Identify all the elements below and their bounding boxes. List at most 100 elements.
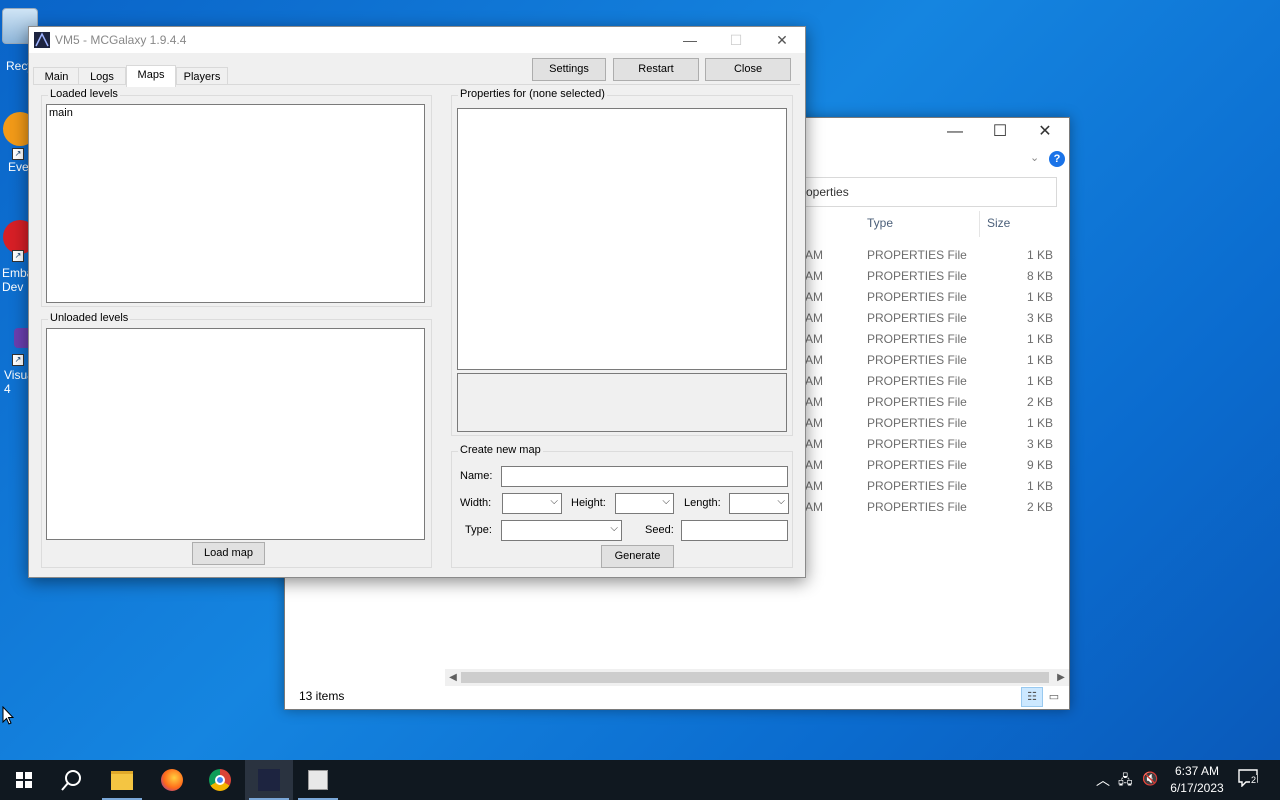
scroll-left-arrow-icon[interactable]: ◀	[445, 669, 461, 686]
column-header-size[interactable]: Size	[987, 216, 1010, 230]
table-row[interactable]: AM PROPERTIES File 1 KB	[805, 371, 1055, 392]
search-button[interactable]	[48, 760, 96, 800]
taskbar: ︿ 🖧 🔇 6:37 AM 6/17/2023 2	[0, 760, 1280, 800]
table-row[interactable]: AM PROPERTIES File 2 KB	[805, 497, 1055, 518]
properties-group: Properties for (none selected)	[451, 88, 793, 436]
table-row[interactable]: AM PROPERTIES File 2 KB	[805, 392, 1055, 413]
shortcut-arrow-icon: ↗	[12, 250, 24, 262]
property-description	[457, 373, 787, 432]
maps-tab-panel: Loaded levels main Unloaded levels Load …	[33, 84, 800, 572]
date-modified-cell: AM	[805, 248, 823, 262]
date-modified-cell: AM	[805, 458, 823, 472]
scrollbar-thumb[interactable]	[461, 672, 1049, 683]
action-center-icon[interactable]: 2	[1238, 769, 1260, 789]
create-map-group: Create new map Name: Width: ⌵ Height: ⌵ …	[451, 444, 793, 568]
close-button[interactable]: ✕	[759, 27, 805, 53]
type-cell: PROPERTIES File	[867, 353, 967, 367]
table-row[interactable]: AM PROPERTIES File 1 KB	[805, 413, 1055, 434]
chevron-down-icon[interactable]: ⌄	[1030, 151, 1039, 164]
size-cell: 3 KB	[1026, 311, 1053, 325]
properties-grid[interactable]	[457, 108, 787, 370]
table-row[interactable]: AM PROPERTIES File 9 KB	[805, 455, 1055, 476]
name-input[interactable]	[501, 466, 788, 487]
maximize-button[interactable]: ☐	[977, 118, 1023, 146]
column-header-type[interactable]: Type	[867, 216, 893, 230]
scroll-right-arrow-icon[interactable]: ▶	[1053, 669, 1069, 686]
date-modified-cell: AM	[805, 311, 823, 325]
table-row[interactable]: AM PROPERTIES File 1 KB	[805, 350, 1055, 371]
taskbar-chrome[interactable]	[196, 760, 244, 800]
chevron-down-icon: ⌵	[550, 496, 558, 507]
type-select[interactable]: ⌵	[501, 520, 622, 541]
taskbar-mcgalaxy[interactable]	[245, 760, 293, 800]
properties-label: Properties for (none selected)	[458, 88, 607, 100]
horizontal-scrollbar[interactable]: ◀ ▶	[445, 669, 1069, 686]
type-cell: PROPERTIES File	[867, 395, 967, 409]
width-select[interactable]: ⌵	[502, 493, 562, 514]
size-cell: 2 KB	[1026, 500, 1053, 514]
size-cell: 1 KB	[1026, 416, 1053, 430]
create-map-label: Create new map	[458, 444, 543, 456]
date-modified-cell: AM	[805, 437, 823, 451]
date-modified-cell: AM	[805, 332, 823, 346]
taskbar-file-explorer[interactable]	[98, 760, 146, 800]
address-bar[interactable]: operties	[805, 177, 1057, 207]
load-map-button[interactable]: Load map	[192, 542, 265, 565]
table-row[interactable]: AM PROPERTIES File 1 KB	[805, 245, 1055, 266]
details-view-icon[interactable]: ☷	[1021, 687, 1043, 707]
table-row[interactable]: AM PROPERTIES File 1 KB	[805, 329, 1055, 350]
notification-count-badge: 2	[1250, 775, 1258, 785]
table-row[interactable]: AM PROPERTIES File 8 KB	[805, 266, 1055, 287]
seed-label: Seed:	[645, 524, 674, 536]
minimize-button[interactable]: —	[932, 118, 978, 146]
date-modified-cell: AM	[805, 416, 823, 430]
restart-button[interactable]: Restart	[613, 58, 699, 81]
table-row[interactable]: AM PROPERTIES File 1 KB	[805, 476, 1055, 497]
length-select[interactable]: ⌵	[729, 493, 789, 514]
size-cell: 3 KB	[1026, 437, 1053, 451]
type-cell: PROPERTIES File	[867, 248, 967, 262]
loaded-levels-list[interactable]: main	[46, 104, 425, 303]
clock-time[interactable]: 6:37 AM	[1172, 764, 1222, 778]
date-modified-cell: AM	[805, 353, 823, 367]
close-button[interactable]: ✕	[1022, 118, 1068, 146]
help-icon[interactable]: ?	[1049, 151, 1065, 167]
length-label: Length:	[684, 497, 721, 509]
seed-input[interactable]	[681, 520, 788, 541]
network-icon[interactable]: 🖧	[1118, 771, 1133, 793]
date-modified-cell: AM	[805, 269, 823, 283]
chevron-down-icon: ⌵	[777, 496, 785, 507]
generate-button[interactable]: Generate	[601, 545, 674, 568]
unloaded-levels-list[interactable]	[46, 328, 425, 540]
start-button[interactable]	[0, 760, 48, 800]
clock-date[interactable]: 6/17/2023	[1166, 781, 1228, 795]
size-cell: 1 KB	[1026, 374, 1053, 388]
type-cell: PROPERTIES File	[867, 479, 967, 493]
mcgalaxy-app-icon	[34, 32, 50, 48]
minimize-button[interactable]: —	[667, 27, 713, 53]
table-row[interactable]: AM PROPERTIES File 1 KB	[805, 287, 1055, 308]
taskbar-firefox[interactable]	[148, 760, 196, 800]
table-row[interactable]: AM PROPERTIES File 3 KB	[805, 434, 1055, 455]
windows-logo-icon	[16, 772, 32, 789]
title-bar[interactable]: VM5 - MCGalaxy 1.9.4.4 — ☐ ✕	[29, 27, 805, 53]
size-cell: 1 KB	[1026, 353, 1053, 367]
column-divider[interactable]	[979, 211, 980, 237]
table-row[interactable]: AM PROPERTIES File 3 KB	[805, 308, 1055, 329]
mcgalaxy-window: VM5 - MCGalaxy 1.9.4.4 — ☐ ✕ Main Logs M…	[28, 26, 806, 578]
loaded-levels-label: Loaded levels	[48, 88, 120, 100]
show-hidden-icons-chevron-icon[interactable]: ︿	[1096, 770, 1110, 790]
height-select[interactable]: ⌵	[615, 493, 674, 514]
type-cell: PROPERTIES File	[867, 458, 967, 472]
taskbar-app[interactable]	[294, 760, 342, 800]
maximize-button[interactable]: ☐	[713, 27, 759, 53]
large-icons-view-icon[interactable]: ▭	[1043, 687, 1065, 707]
date-modified-cell: AM	[805, 395, 823, 409]
loaded-levels-group: Loaded levels main	[41, 88, 432, 307]
volume-muted-icon[interactable]: 🔇	[1142, 771, 1158, 787]
date-modified-cell: AM	[805, 479, 823, 493]
close-app-button[interactable]: Close	[705, 58, 791, 81]
tab-maps[interactable]: Maps	[126, 65, 176, 87]
settings-button[interactable]: Settings	[532, 58, 606, 81]
list-item[interactable]: main	[49, 107, 73, 119]
